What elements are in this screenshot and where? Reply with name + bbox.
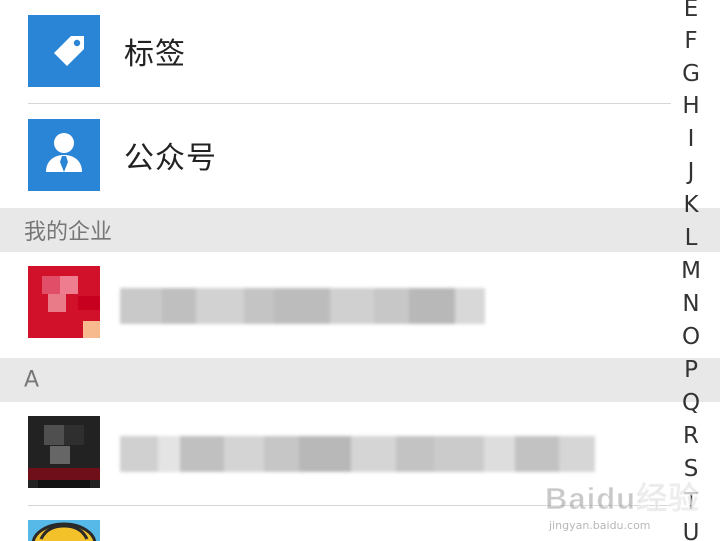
person-tie-icon-svg (46, 133, 82, 172)
watermark-logo: Baidu经验 (544, 481, 701, 517)
index-letter-k[interactable]: K (676, 194, 706, 217)
blurred-company-name (120, 288, 485, 324)
index-letter-h[interactable]: H (676, 95, 706, 118)
section-header-my-company: 我的企业 (0, 208, 720, 252)
avatar-icon-svg (31, 522, 97, 541)
section-title-a: A (24, 367, 40, 393)
index-letter-i[interactable]: I (676, 128, 706, 151)
tag-icon-svg (54, 36, 84, 66)
watermark-url: jingyan.baidu.com (549, 519, 651, 532)
index-letter-e[interactable]: E (676, 0, 706, 21)
alphabet-index-bar[interactable]: E F G H I J K L M N O P Q R S T U (668, 0, 720, 541)
contact-row-public-accounts[interactable]: 公众号 (0, 119, 670, 191)
baidu-jingyan-watermark: Baidu经验 jingyan.baidu.com (544, 473, 710, 535)
contact-row-tags[interactable]: 标签 (0, 15, 670, 87)
section-header-a: A (0, 358, 720, 402)
index-letter-p[interactable]: P (676, 359, 706, 382)
index-letter-o[interactable]: O (676, 326, 706, 349)
index-letter-n[interactable]: N (676, 293, 706, 316)
divider (28, 103, 671, 104)
section-title-my-company: 我的企业 (24, 220, 113, 245)
blurred-contact-name (120, 436, 595, 472)
public-accounts-label: 公众号 (124, 141, 217, 176)
index-letter-g[interactable]: G (676, 63, 706, 86)
blurred-contact-avatar (28, 416, 100, 488)
person-tie-icon (28, 119, 100, 191)
tag-icon (28, 15, 100, 87)
index-letter-q[interactable]: Q (676, 392, 706, 415)
index-letter-f[interactable]: F (676, 30, 706, 53)
index-letter-r[interactable]: R (676, 425, 706, 448)
contacts-screen: 标签 公众号 我的企业 A E F G H I J K L M N O P Q … (0, 0, 720, 541)
index-letter-j[interactable]: J (676, 161, 706, 184)
blurred-company-avatar (28, 266, 100, 338)
tags-label: 标签 (124, 37, 186, 72)
index-letter-m[interactable]: M (676, 260, 706, 283)
company-row[interactable] (0, 266, 670, 344)
avatar-icon (28, 520, 100, 541)
index-letter-l[interactable]: L (676, 227, 706, 250)
